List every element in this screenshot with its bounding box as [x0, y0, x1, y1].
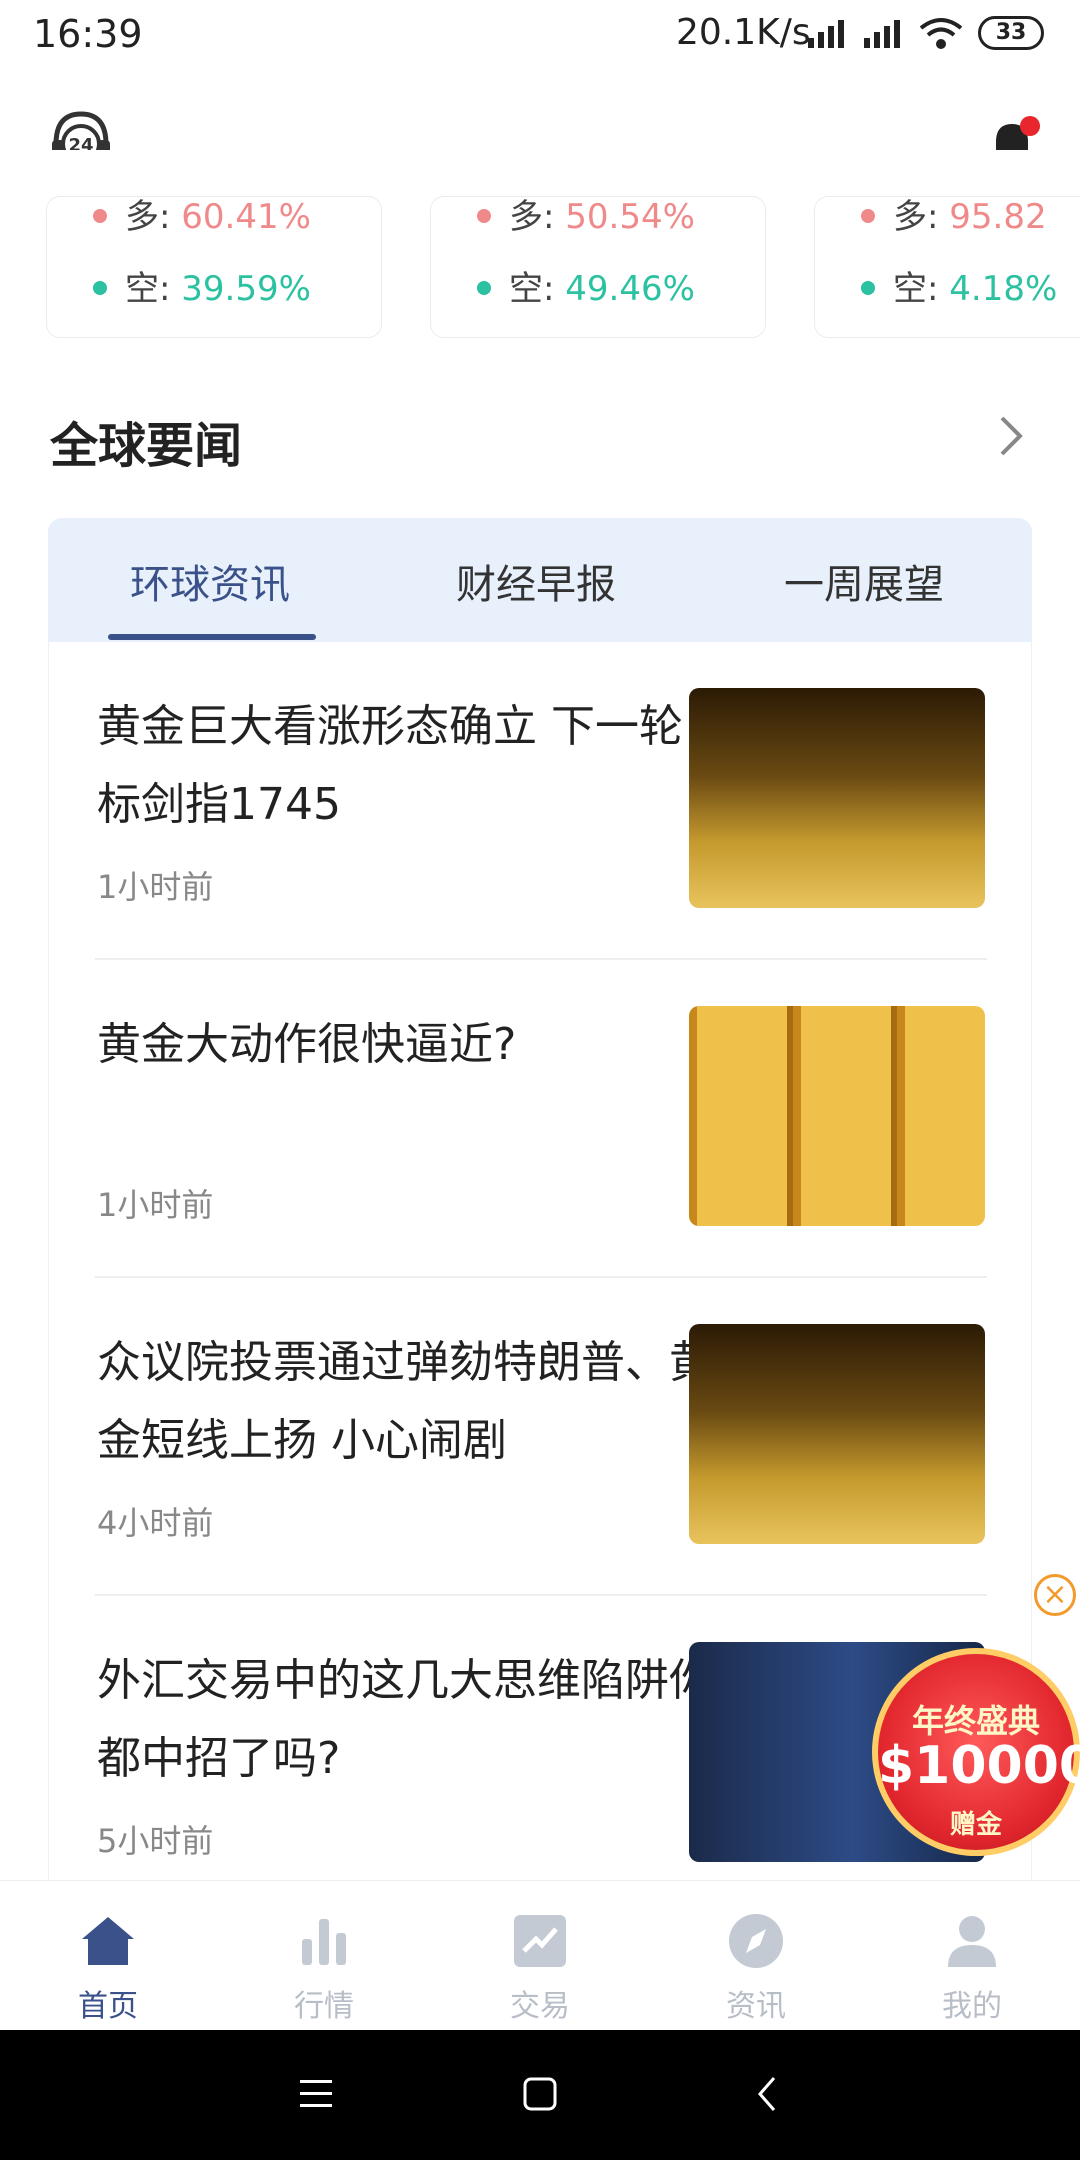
news-title: 黄金大动作很快逼近?: [97, 1019, 517, 1070]
section-title: 全球要闻: [50, 418, 243, 474]
bull-label: 多:: [893, 197, 939, 237]
news-item[interactable]: 众议院投票通过弹劾特朗普、黄金短线上扬 小心闹剧 4小时前: [49, 1278, 1031, 1596]
tab-indicator: [108, 634, 316, 640]
bottom-nav: 首页 行情 交易 资讯 我的: [0, 1880, 1080, 2030]
nav-label: 资讯: [726, 1989, 786, 2024]
bull-dot-icon: [861, 208, 875, 223]
bull-label: 多:: [509, 197, 555, 237]
bull-label: 多:: [125, 197, 171, 237]
user-icon: [948, 1916, 996, 1967]
signal-icon: [808, 20, 844, 48]
nav-home[interactable]: 首页: [0, 1881, 216, 2031]
bear-label: 空:: [125, 269, 171, 309]
status-net-speed: 20.1K/s: [676, 12, 811, 53]
nav-trade[interactable]: 交易: [432, 1881, 648, 2031]
tab-global-news[interactable]: 环球资讯: [130, 552, 290, 610]
news-tabs: 环球资讯 财经早报 一周展望: [48, 518, 1032, 642]
menu-icon[interactable]: [296, 2076, 336, 2112]
news-title: 外汇交易中的这几大思维陷阱你都中招了吗?: [97, 1655, 713, 1784]
news-time: 1小时前: [97, 868, 214, 906]
news-thumbnail: [689, 1006, 985, 1226]
news-thumbnail: [689, 1324, 985, 1544]
news-time: 1小时前: [97, 1186, 214, 1224]
tab-week-outlook[interactable]: 一周展望: [784, 552, 944, 610]
nav-label: 我的: [942, 1989, 1002, 2024]
home-button-icon[interactable]: [520, 2074, 560, 2114]
chevron-right-icon[interactable]: [996, 414, 1026, 458]
news-thumbnail: [689, 688, 985, 908]
nav-profile[interactable]: 我的: [864, 1881, 1080, 2031]
bar-chart-icon: [302, 1919, 346, 1965]
news-time: 5小时前: [97, 1822, 214, 1860]
nav-label: 行情: [294, 1989, 354, 2024]
status-bar: 16:39 20.1K/s 33: [0, 0, 1080, 72]
bear-value: 39.59%: [181, 269, 311, 309]
nav-news[interactable]: 资讯: [648, 1881, 864, 2031]
bull-value: 60.41%: [181, 197, 311, 237]
promo-badge[interactable]: 年终盛典 $10000 赠金: [872, 1648, 1080, 1856]
bear-value: 4.18%: [949, 269, 1058, 309]
nav-label: 首页: [78, 1989, 138, 2024]
sentiment-card[interactable]: 多: 95.82 空: 4.18%: [814, 196, 1080, 338]
bull-value: 95.82: [949, 197, 1047, 237]
bear-dot-icon: [93, 280, 107, 295]
sentiment-card[interactable]: 多: 50.54% 空: 49.46%: [430, 196, 766, 338]
bear-label: 空:: [509, 269, 555, 309]
trade-icon: [514, 1915, 566, 1967]
compass-icon: [729, 1914, 783, 1968]
bull-dot-icon: [93, 208, 107, 223]
sentiment-card[interactable]: 多: 60.41% 空: 39.59%: [46, 196, 382, 338]
news-title: 众议院投票通过弹劾特朗普、黄金短线上扬 小心闹剧: [97, 1337, 713, 1466]
wifi-icon: [919, 18, 963, 49]
bear-label: 空:: [893, 269, 939, 309]
bull-value: 50.54%: [565, 197, 695, 237]
news-item[interactable]: 黄金巨大看涨形态确立 下一轮目标剑指1745 1小时前: [49, 642, 1031, 960]
battery-indicator: 33: [978, 16, 1044, 50]
news-title: 黄金巨大看涨形态确立 下一轮目标剑指1745: [97, 701, 727, 830]
bear-dot-icon: [861, 280, 875, 295]
promo-line3: 赠金: [949, 1810, 1002, 1840]
promo-amount: $10000: [878, 1736, 1080, 1796]
news-time: 4小时前: [97, 1504, 214, 1542]
promo-close-icon[interactable]: ×: [1034, 1574, 1076, 1616]
news-item[interactable]: 黄金大动作很快逼近? 1小时前: [49, 960, 1031, 1278]
tab-finance-morning[interactable]: 财经早报: [456, 552, 616, 610]
back-icon[interactable]: [752, 2074, 782, 2114]
system-nav-bar: [0, 2030, 1080, 2160]
bull-dot-icon: [477, 208, 491, 223]
bear-dot-icon: [477, 280, 491, 295]
home-icon: [82, 1917, 134, 1965]
signal-icon-2: [864, 20, 900, 48]
header-fade: [0, 150, 1080, 196]
nav-label: 交易: [510, 1989, 570, 2024]
bear-value: 49.46%: [565, 269, 695, 309]
status-time: 16:39: [33, 12, 143, 56]
nav-market[interactable]: 行情: [216, 1881, 432, 2031]
